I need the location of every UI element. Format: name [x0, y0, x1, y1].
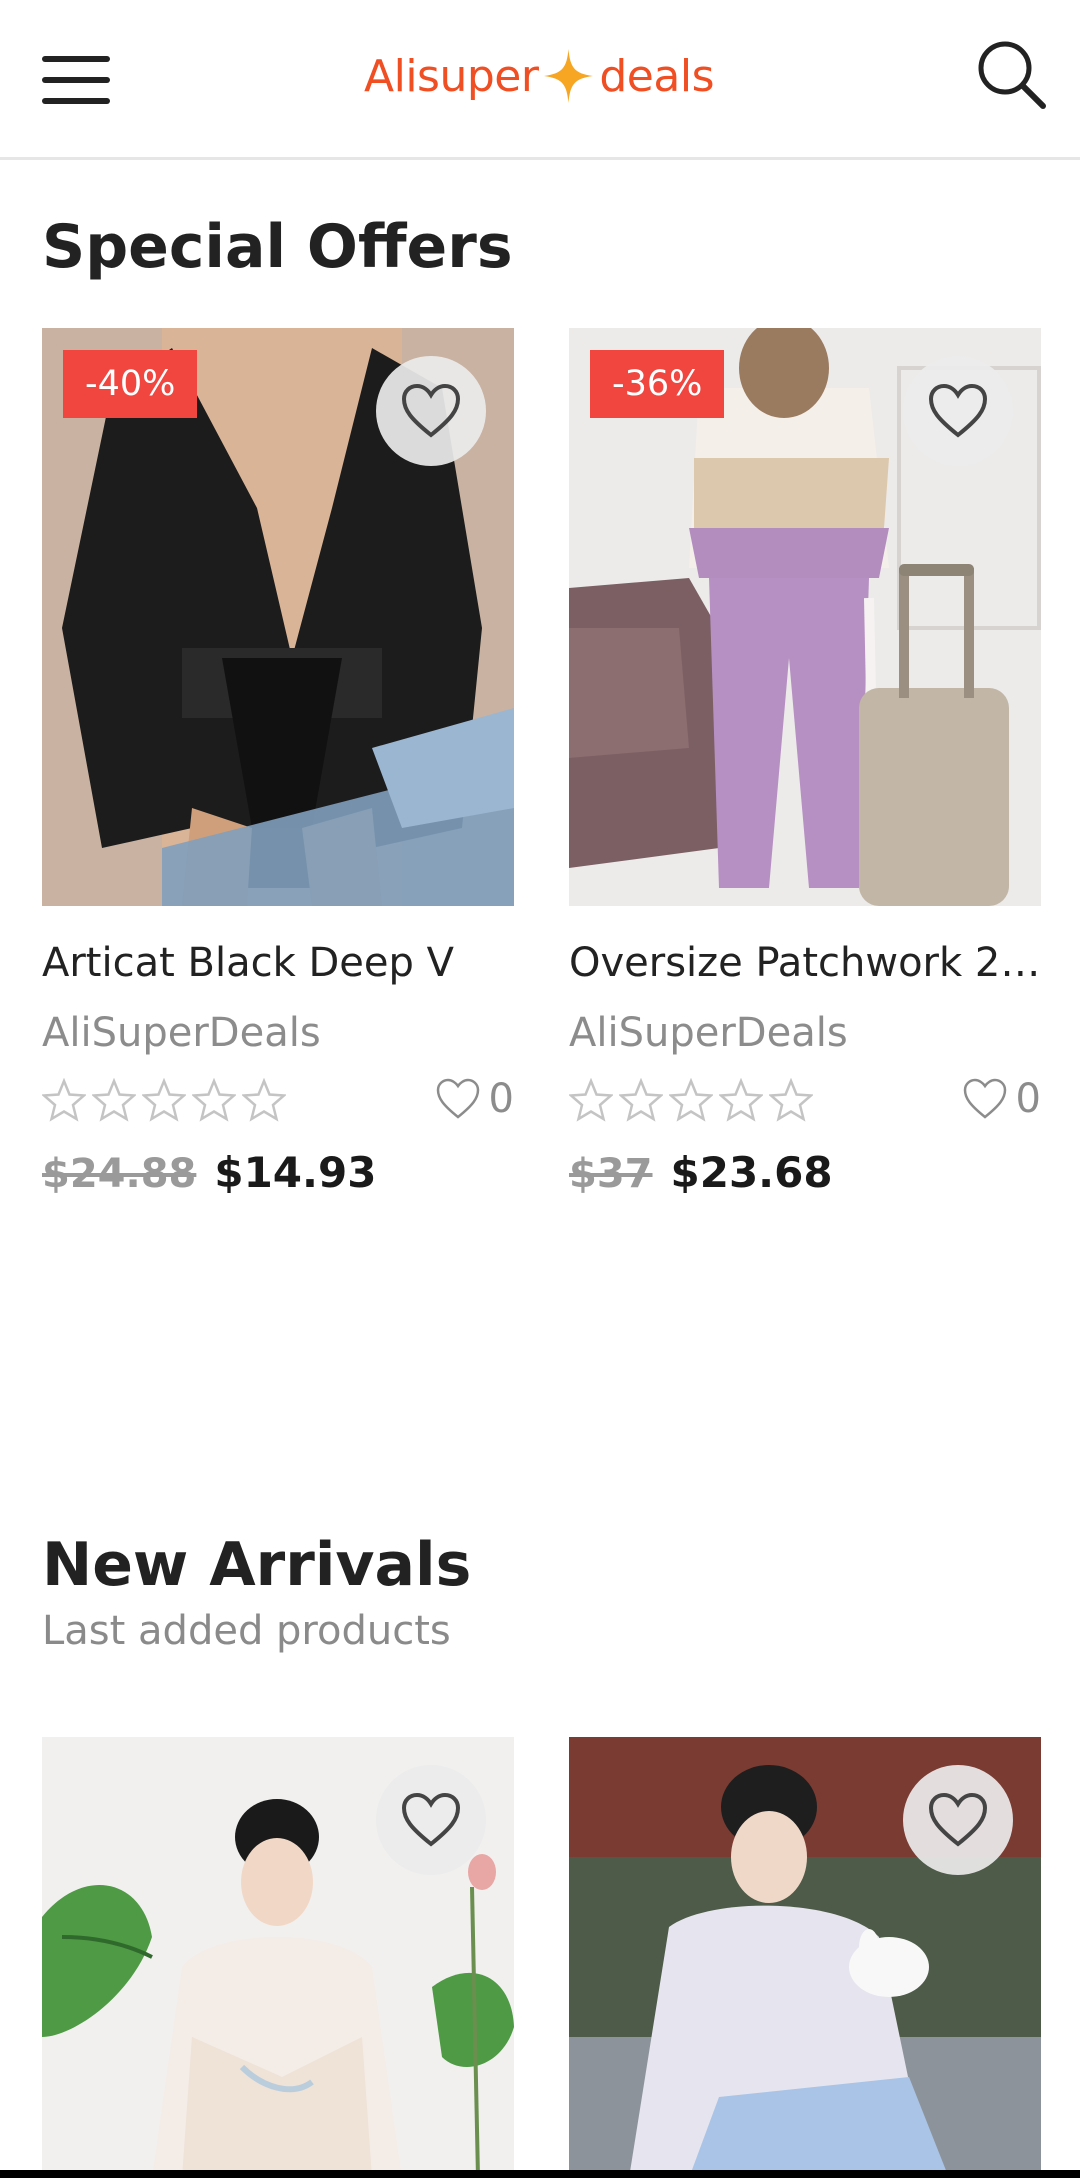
sale-price: $23.68	[670, 1148, 833, 1197]
product-card[interactable]: -40% Articat Black Deep V AliSuperDeals …	[42, 328, 514, 1197]
sale-price: $14.93	[214, 1148, 377, 1197]
product-title[interactable]: Articat Black Deep V	[42, 940, 514, 986]
logo-text-left: Alisuper	[364, 50, 539, 102]
search-icon[interactable]	[975, 38, 1047, 110]
hamburger-menu-icon[interactable]	[42, 55, 112, 105]
heart-outline-icon	[436, 1078, 479, 1119]
heart-icon	[401, 1792, 461, 1847]
star-outline-icon	[92, 1078, 136, 1122]
favorite-button[interactable]	[376, 356, 486, 466]
old-price: $24.88	[42, 1151, 197, 1197]
likes-count: 0	[1015, 1076, 1041, 1122]
top-app-bar: Alisuper deals	[0, 0, 1080, 160]
heart-icon	[928, 383, 988, 438]
heart-icon	[401, 383, 461, 438]
rating-stars	[569, 1078, 813, 1122]
likes-count: 0	[488, 1076, 514, 1122]
discount-badge: -36%	[590, 350, 725, 418]
heart-outline-icon	[963, 1078, 1006, 1119]
favorite-button[interactable]	[903, 356, 1013, 466]
product-card[interactable]: -36% Oversize Patchwork 2 ... AliSuperDe…	[569, 328, 1041, 1197]
star-outline-icon	[242, 1078, 286, 1122]
favorite-button[interactable]	[903, 1765, 1013, 1875]
product-card[interactable]	[42, 1737, 514, 2178]
old-price: $37	[569, 1151, 653, 1197]
star-outline-icon	[192, 1078, 236, 1122]
section-subtitle: Last added products	[42, 1608, 451, 1654]
likes-counter[interactable]: 0	[435, 1076, 514, 1122]
brand-logo[interactable]: Alisuper deals	[364, 38, 714, 114]
price-row: $24.88 $14.93	[42, 1148, 376, 1197]
star-outline-icon	[42, 1078, 86, 1122]
discount-badge: -40%	[63, 350, 198, 418]
star-outline-icon	[569, 1078, 613, 1122]
rating-stars	[42, 1078, 286, 1122]
favorite-button[interactable]	[376, 1765, 486, 1875]
star-outline-icon	[142, 1078, 186, 1122]
product-seller: AliSuperDeals	[569, 1010, 848, 1056]
product-card[interactable]	[569, 1737, 1041, 2178]
price-row: $37 $23.68	[569, 1148, 833, 1197]
product-image[interactable]	[569, 1737, 1041, 2178]
product-title[interactable]: Oversize Patchwork 2 ...	[569, 940, 1041, 986]
likes-counter[interactable]: 0	[962, 1076, 1041, 1122]
system-nav-bar	[0, 2170, 1080, 2178]
product-image[interactable]: -40%	[42, 328, 514, 906]
sparkle-star-icon	[544, 49, 594, 103]
star-outline-icon	[769, 1078, 813, 1122]
star-outline-icon	[669, 1078, 713, 1122]
star-outline-icon	[719, 1078, 763, 1122]
section-title-special-offers: Special Offers	[42, 212, 513, 282]
product-image[interactable]: -36%	[569, 328, 1041, 906]
star-outline-icon	[619, 1078, 663, 1122]
app-root: Alisuper deals Special Offers -40% Artic…	[0, 0, 1080, 2178]
heart-icon	[928, 1792, 988, 1847]
logo-text-right: deals	[599, 50, 714, 102]
product-image[interactable]	[42, 1737, 514, 2178]
product-seller: AliSuperDeals	[42, 1010, 321, 1056]
section-title-new-arrivals: New Arrivals	[42, 1530, 472, 1600]
